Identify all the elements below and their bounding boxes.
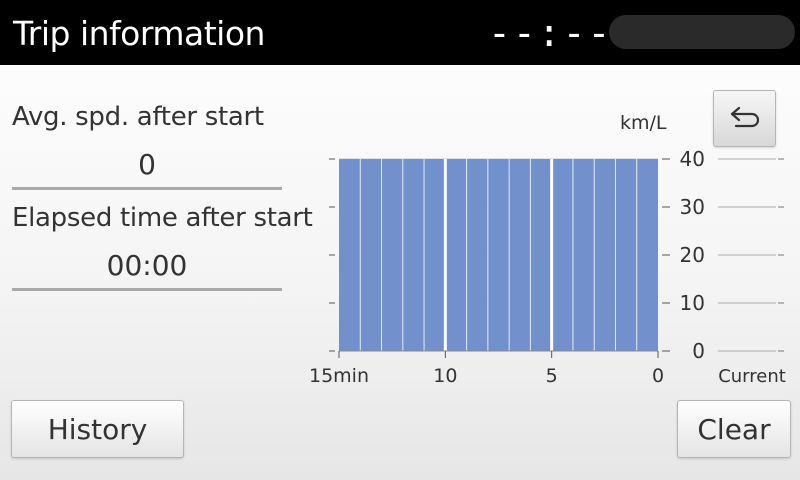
bar	[594, 159, 616, 351]
bar	[424, 159, 446, 351]
x-tick-label: 10	[433, 365, 457, 387]
history-button[interactable]: History	[11, 400, 184, 458]
bar	[445, 159, 467, 351]
bar	[402, 159, 425, 351]
clear-button[interactable]: Clear	[677, 400, 791, 458]
clear-button-label: Clear	[697, 412, 771, 446]
bar	[487, 159, 510, 351]
bar	[381, 159, 403, 351]
y-tick-label: 20	[680, 243, 705, 267]
y-tick-label: 0	[692, 339, 705, 363]
bar	[530, 159, 552, 351]
y-tick-label: 30	[680, 195, 705, 219]
back-button[interactable]	[713, 90, 776, 147]
x-tick-label: 0	[652, 365, 664, 387]
bar	[615, 159, 637, 351]
y-tick-label: 40	[680, 147, 705, 171]
bar	[360, 159, 382, 351]
x-tick-label: 5	[546, 365, 558, 387]
history-button-label: History	[47, 412, 148, 446]
bar	[509, 159, 531, 351]
y-tick-label: 10	[680, 291, 705, 315]
bar	[466, 159, 488, 351]
current-label: Current	[718, 366, 786, 387]
x-tick-label: 15min	[309, 365, 369, 387]
return-arrow-icon	[728, 104, 762, 134]
bar	[339, 159, 361, 351]
bar	[551, 159, 573, 351]
bar	[636, 159, 658, 351]
bar	[572, 159, 595, 351]
